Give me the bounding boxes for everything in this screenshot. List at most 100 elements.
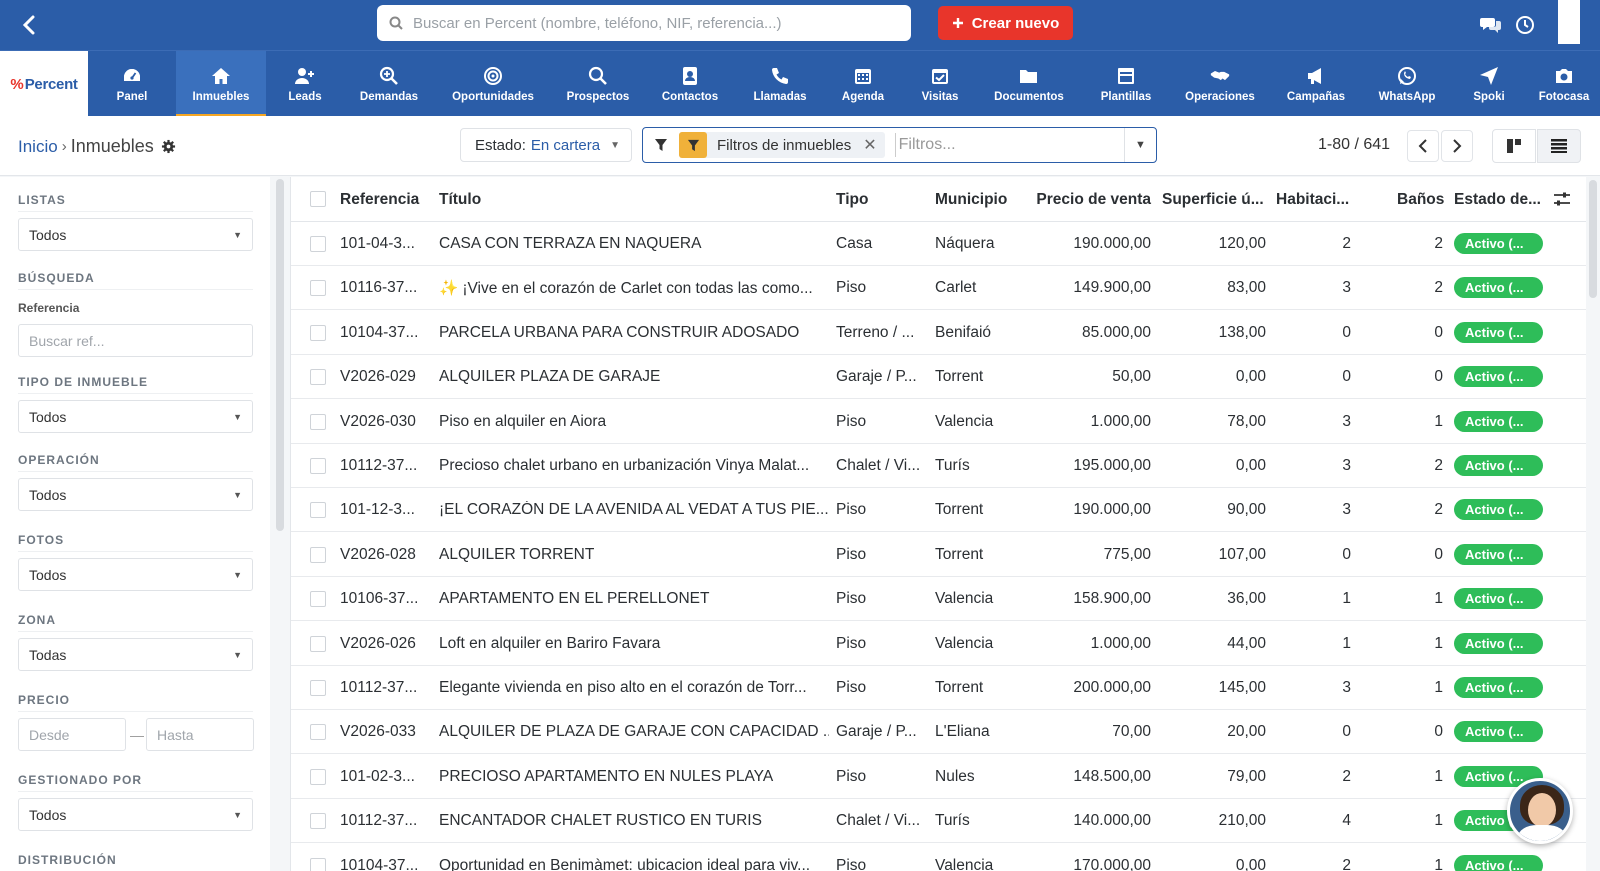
history-button[interactable] xyxy=(1512,12,1538,38)
create-new-button[interactable]: Crear nuevo xyxy=(938,6,1073,40)
column-superficie[interactable]: Superficie ú... xyxy=(1162,191,1264,209)
status-badge[interactable]: Activo (... xyxy=(1454,721,1543,743)
table-row[interactable]: 101-04-3... CASA CON TERRAZA EN NAQUERA Ca… xyxy=(291,222,1586,266)
status-badge[interactable]: Activo (... xyxy=(1454,677,1543,698)
column-titulo[interactable]: Título xyxy=(439,191,481,209)
row-checkbox[interactable] xyxy=(310,280,326,297)
listas-select[interactable]: Todos ▼ xyxy=(18,218,253,251)
assistant-avatar[interactable]: Sophia xyxy=(1507,778,1573,844)
nav-item-inmuebles[interactable]: Inmuebles xyxy=(176,51,266,117)
table-row[interactable]: V2026-030 Piso en alquiler en Aiora Piso Va… xyxy=(291,400,1586,444)
status-badge[interactable]: Activo (... xyxy=(1454,854,1543,871)
tipo-select[interactable]: Todos ▼ xyxy=(18,400,253,433)
next-page-button[interactable] xyxy=(1441,130,1473,162)
nav-item-documentos[interactable]: Documentos xyxy=(978,51,1080,117)
table-row[interactable]: 10104-37... PARCELA URBANA PARA CONSTRUIR… xyxy=(291,311,1586,355)
select-all-checkbox[interactable] xyxy=(310,191,326,207)
table-row[interactable]: 10104-37... Oportunidad en Benimàmet: ubi… xyxy=(291,844,1586,871)
nav-item-leads[interactable]: Leads xyxy=(266,51,344,117)
row-checkbox[interactable] xyxy=(310,413,326,430)
row-checkbox[interactable] xyxy=(310,768,326,785)
status-badge[interactable]: Activo (... xyxy=(1454,277,1543,299)
table-row[interactable]: 10112-37... ENCANTADOR CHALET RUSTICO EN … xyxy=(291,799,1586,844)
nav-item-operaciones[interactable]: Operaciones xyxy=(1172,51,1268,117)
column-tipo[interactable]: Tipo xyxy=(836,191,868,209)
status-badge[interactable]: Activo (... xyxy=(1454,543,1543,565)
column-settings-button[interactable] xyxy=(1553,191,1571,212)
row-checkbox[interactable] xyxy=(310,724,326,741)
row-checkbox[interactable] xyxy=(310,857,326,871)
global-search-input[interactable] xyxy=(413,14,893,32)
nav-item-oportunidades[interactable]: Oportunidades xyxy=(434,51,552,117)
table-scrollbar[interactable] xyxy=(1589,180,1597,298)
status-badge[interactable]: Activo (... xyxy=(1454,410,1543,432)
filter-dropdown-button[interactable]: ▼ xyxy=(1124,128,1156,162)
table-row[interactable]: 101-02-3... PRECIOSO APARTAMENTO EN NULES… xyxy=(291,755,1586,799)
referencia-input[interactable] xyxy=(18,324,253,357)
row-checkbox[interactable] xyxy=(310,458,326,474)
row-checkbox[interactable] xyxy=(310,813,326,830)
back-button[interactable] xyxy=(14,10,44,40)
status-badge[interactable]: Activo (... xyxy=(1454,321,1543,343)
nav-item-prospectos[interactable]: Prospectos xyxy=(552,51,644,117)
status-badge[interactable]: Activo (... xyxy=(1454,233,1543,254)
row-checkbox[interactable] xyxy=(310,680,326,696)
row-checkbox[interactable] xyxy=(310,546,326,563)
price-to-input[interactable] xyxy=(146,718,254,751)
nav-item-spoki[interactable]: Spoki xyxy=(1450,51,1528,117)
column-habitaciones[interactable]: Habitaci... xyxy=(1276,191,1349,209)
nav-item-demandas[interactable]: Demandas xyxy=(344,51,434,117)
gear-icon[interactable] xyxy=(161,139,176,154)
nav-item-fotocasa[interactable]: Fotocasa xyxy=(1528,51,1600,117)
status-badge[interactable]: Activo (... xyxy=(1454,366,1543,388)
nav-item-visitas[interactable]: Visitas xyxy=(902,51,978,117)
table-row[interactable]: V2026-033 ALQUILER DE PLAZA DE GARAJE CON… xyxy=(291,710,1586,755)
nav-item-llamadas[interactable]: Llamadas xyxy=(736,51,824,117)
row-checkbox[interactable] xyxy=(310,236,326,252)
column-municipio[interactable]: Municipio xyxy=(935,191,1007,209)
chat-button[interactable] xyxy=(1478,12,1504,38)
row-checkbox[interactable] xyxy=(310,369,326,386)
gestionado-select[interactable]: Todos ▼ xyxy=(18,798,253,831)
table-row[interactable]: 10112-37... Elegante vivienda en piso alt… xyxy=(291,666,1586,710)
row-checkbox[interactable] xyxy=(310,324,326,341)
nav-item-plantillas[interactable]: Plantillas xyxy=(1080,51,1172,117)
fotos-select[interactable]: Todos ▼ xyxy=(18,558,253,591)
row-checkbox[interactable] xyxy=(310,502,326,519)
global-search[interactable] xyxy=(377,5,911,41)
table-row[interactable]: V2026-029 ALQUILER PLAZA DE GARAJE Garaje … xyxy=(291,355,1586,400)
nav-item-panel[interactable]: Panel xyxy=(88,51,176,117)
filter-chip[interactable]: Filtros de inmuebles ✕ xyxy=(679,132,885,158)
brand-logo[interactable]: % Percent xyxy=(0,51,88,117)
table-row[interactable]: V2026-026 Loft en alquiler en Bariro Fava… xyxy=(291,622,1586,666)
kanban-view-button[interactable] xyxy=(1492,129,1536,163)
status-badge[interactable]: Activo (... xyxy=(1454,632,1543,654)
breadcrumb-home[interactable]: Inicio xyxy=(18,137,58,157)
row-checkbox[interactable] xyxy=(310,591,326,608)
table-row[interactable]: 101-12-3... ¡EL CORAZÓN DE LA AVENIDA AL … xyxy=(291,488,1586,533)
status-badge[interactable]: Activo (... xyxy=(1454,455,1543,476)
list-view-button[interactable] xyxy=(1537,129,1581,163)
table-row[interactable]: V2026-028 ALQUILER TORRENT Piso Torrent 775,… xyxy=(291,533,1586,577)
nav-item-campanas[interactable]: Campañas xyxy=(1268,51,1364,117)
operacion-select[interactable]: Todos ▼ xyxy=(18,478,253,511)
nav-item-agenda[interactable]: Agenda xyxy=(824,51,902,117)
column-banos[interactable]: Baños xyxy=(1397,191,1444,209)
column-estado[interactable]: Estado de... xyxy=(1454,191,1541,209)
status-badge[interactable]: Activo (... xyxy=(1454,499,1543,521)
price-from-input[interactable] xyxy=(18,718,126,751)
column-precio[interactable]: Precio de venta xyxy=(1021,191,1151,209)
table-row[interactable]: 10112-37... Precioso chalet urbano en urb… xyxy=(291,444,1586,488)
filter-search-input[interactable] xyxy=(894,133,1129,157)
estado-select[interactable]: Estado: En cartera ▼ xyxy=(460,128,632,162)
filter-toggle-button[interactable] xyxy=(643,128,679,162)
column-referencia[interactable]: Referencia xyxy=(340,191,419,209)
nav-item-contactos[interactable]: Contactos xyxy=(644,51,736,117)
table-row[interactable]: 10116-37... ✨ ¡Vive en el corazón de Carle… xyxy=(291,266,1586,311)
close-icon[interactable]: ✕ xyxy=(863,135,876,155)
zona-select[interactable]: Todas ▼ xyxy=(18,638,253,671)
status-badge[interactable]: Activo (... xyxy=(1454,588,1543,610)
prev-page-button[interactable] xyxy=(1407,130,1439,162)
table-row[interactable]: 10106-37... APARTAMENTO EN EL PERELLONET P… xyxy=(291,577,1586,622)
nav-item-whatsapp[interactable]: WhatsApp xyxy=(1364,51,1450,117)
